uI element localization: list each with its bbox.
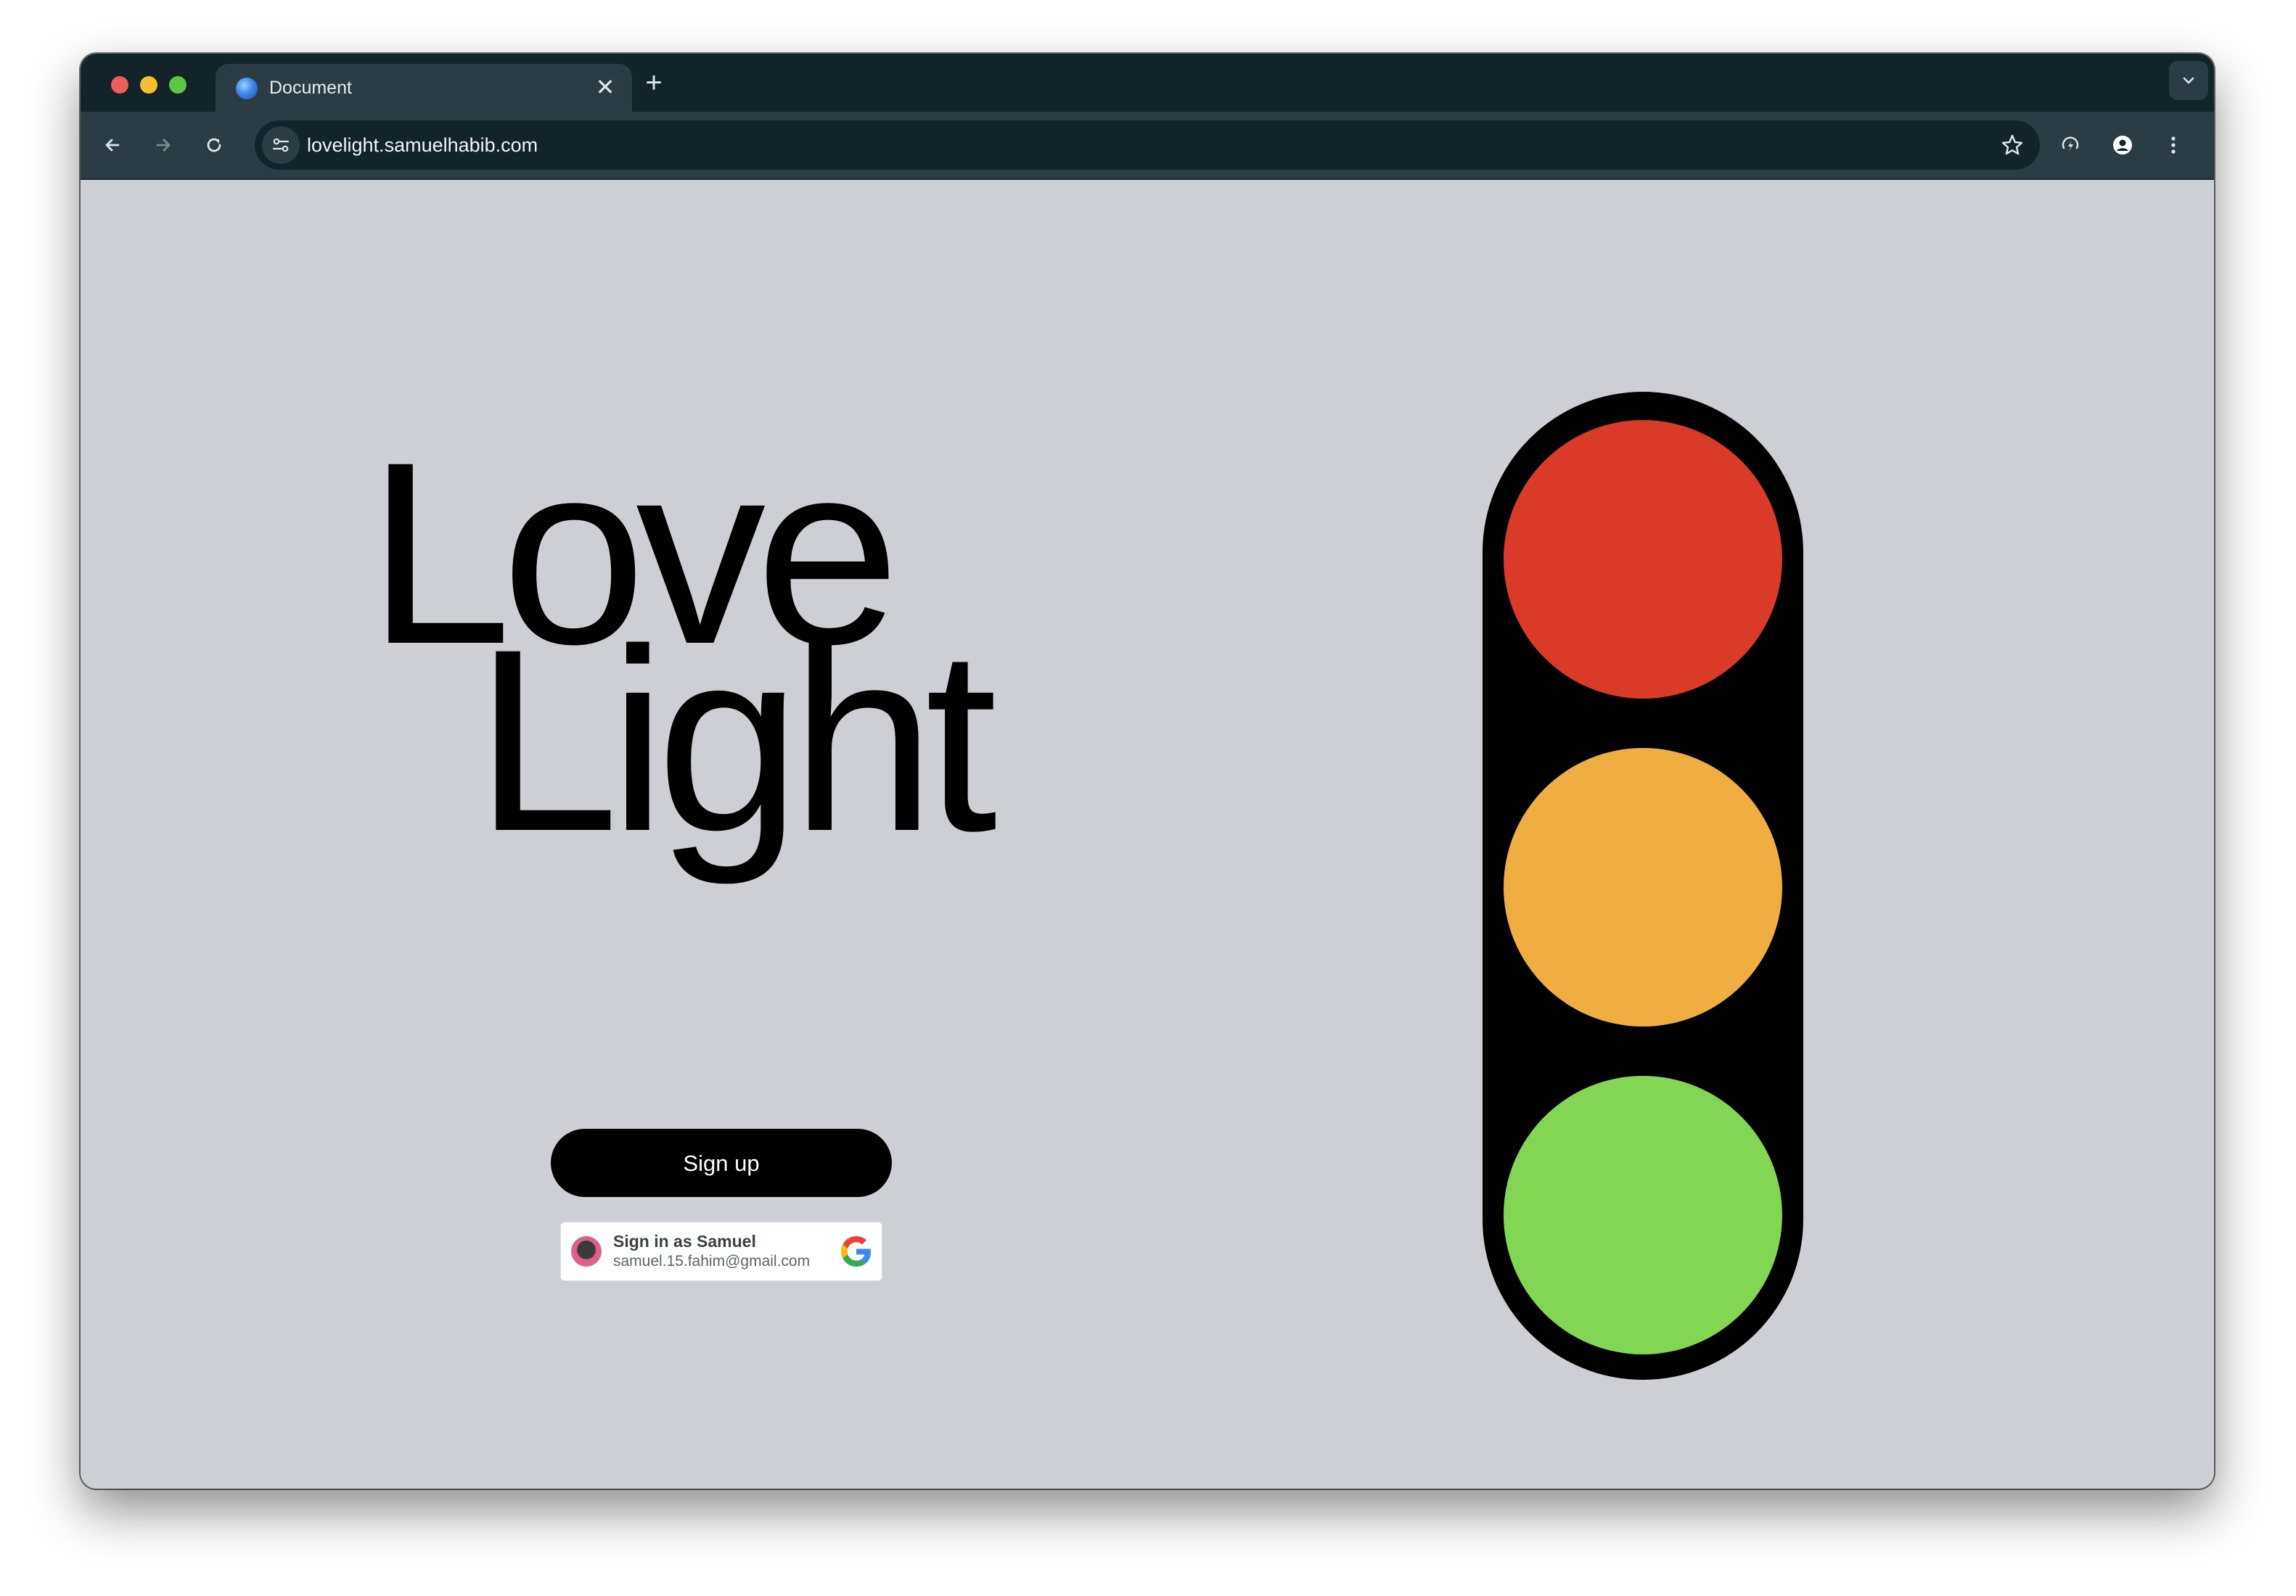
new-tab-button[interactable]: + — [639, 68, 668, 98]
google-sign-in-button[interactable]: Sign in as Samuel samuel.15.fahim@gmail.… — [560, 1222, 882, 1281]
tab-title: Document — [269, 78, 352, 98]
tune-icon — [272, 138, 290, 152]
green-light — [1504, 1076, 1782, 1354]
tab-search-button[interactable] — [2169, 61, 2208, 100]
window-minimize-button[interactable] — [140, 76, 157, 94]
speed-icon — [2062, 136, 2079, 152]
address-bar[interactable]: lovelight.samuelhabib.com — [255, 120, 2040, 170]
person-icon — [2113, 136, 2132, 155]
google-sign-in-title: Sign in as Samuel — [613, 1232, 756, 1251]
site-info-button[interactable] — [262, 126, 300, 164]
sign-up-button[interactable]: Sign up — [551, 1129, 892, 1197]
performance-button[interactable] — [2050, 125, 2091, 165]
traffic-light-illustration — [1483, 392, 1803, 1380]
browser-window: Document ✕ + lovelight.samuelhabib.com L… — [81, 54, 2214, 1489]
avatar — [571, 1236, 602, 1267]
chevron-down-icon — [2183, 77, 2194, 84]
tab-document[interactable]: Document ✕ — [216, 64, 632, 112]
forward-button[interactable] — [143, 125, 184, 165]
back-button[interactable] — [92, 125, 133, 165]
window-close-button[interactable] — [111, 76, 128, 94]
brand-wordmark: Love Light — [367, 423, 997, 870]
google-logo-icon — [841, 1236, 872, 1267]
reload-button[interactable] — [194, 125, 234, 165]
reload-icon — [207, 138, 221, 152]
red-light — [1504, 420, 1782, 699]
kebab-menu-icon — [2171, 136, 2176, 154]
browser-toolbar: lovelight.samuelhabib.com — [81, 112, 2214, 180]
arrow-right-icon — [156, 139, 171, 152]
close-tab-icon[interactable]: ✕ — [593, 75, 618, 99]
window-maximize-button[interactable] — [169, 76, 186, 94]
star-icon — [2001, 134, 2023, 155]
arrow-left-icon — [105, 139, 120, 152]
page-viewport: Love Light Sign up Sign in as Samuel sam… — [81, 180, 2214, 1489]
tab-strip: Document ✕ + — [81, 54, 2214, 112]
amber-light — [1504, 748, 1782, 1027]
bookmark-button[interactable] — [1996, 129, 2028, 161]
profile-button[interactable] — [2102, 125, 2143, 165]
globe-icon — [236, 78, 258, 99]
menu-button[interactable] — [2153, 125, 2194, 165]
google-account-email: samuel.15.fahim@gmail.com — [613, 1253, 811, 1270]
url-text[interactable]: lovelight.samuelhabib.com — [307, 133, 538, 157]
